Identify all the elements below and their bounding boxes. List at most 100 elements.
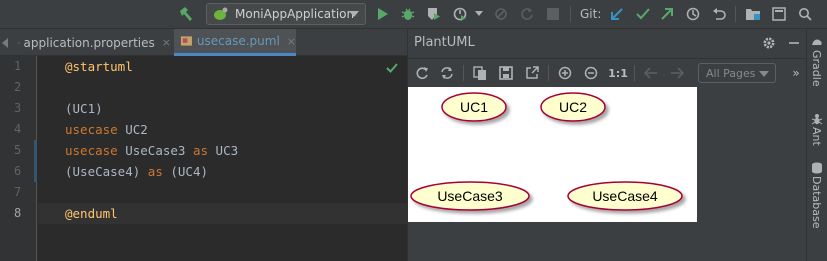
pages-select[interactable]: All Pages	[698, 63, 776, 83]
git-update-icon[interactable]	[608, 4, 626, 24]
tab-label: application.properties	[23, 35, 155, 50]
hammer-build-icon[interactable]	[176, 4, 196, 24]
search-everywhere-icon[interactable]	[796, 4, 814, 24]
save-icon[interactable]	[497, 64, 515, 82]
code-line-1: @startuml	[38, 56, 407, 77]
puml-file-icon	[180, 36, 192, 46]
git-commit-icon[interactable]	[634, 4, 652, 24]
usecase-label: UC2	[559, 99, 587, 115]
git-history-icon[interactable]	[684, 4, 702, 24]
panel-title: PlantUML	[414, 35, 475, 50]
usecase-label: UseCase3	[437, 188, 503, 204]
code-line-3: (UC1)	[38, 98, 407, 119]
toolbar-separator	[463, 65, 464, 81]
code-token: as	[192, 143, 209, 158]
gear-icon[interactable]	[761, 34, 777, 52]
toolbar-overflow-button[interactable]: »	[790, 64, 802, 82]
zoom-in-icon[interactable]	[556, 64, 574, 82]
tab-scroll-left-icon[interactable]	[0, 33, 10, 53]
profiler-icon[interactable]	[451, 4, 469, 24]
close-icon[interactable]: ×	[287, 35, 296, 48]
code-token: @enduml	[65, 206, 118, 221]
code-token: UC2	[117, 122, 148, 137]
previous-page-icon[interactable]	[642, 64, 660, 82]
open-external-icon[interactable]	[523, 64, 541, 82]
plantuml-tool-window: PlantUML 1:1 All Pages » UC1 UC2 UseCase…	[407, 29, 807, 261]
code-line-5: usecase UseCase3 as UC3	[38, 140, 407, 161]
code-token: UseCase3	[117, 143, 193, 158]
next-page-icon[interactable]	[668, 64, 686, 82]
coverage-icon[interactable]	[425, 4, 443, 24]
usecase-uc3[interactable]: UseCase3	[410, 181, 530, 211]
code-token: as	[147, 164, 163, 179]
pages-select-value: All Pages	[706, 66, 756, 80]
toolbar-separator	[634, 65, 635, 81]
usecase-label: UseCase4	[592, 188, 658, 204]
run-configuration-select[interactable]: MoniAppApplication	[206, 3, 366, 25]
close-icon[interactable]: ×	[162, 36, 171, 49]
code-line-4: usecase UC2	[38, 119, 407, 140]
code-token: (UC1)	[65, 101, 103, 116]
run-options-chevron-icon[interactable]	[474, 4, 484, 24]
usecase-uc2[interactable]: UC2	[540, 92, 606, 122]
line-number: 7	[14, 185, 22, 199]
git-label: Git:	[580, 7, 602, 21]
code-token: (UC4)	[162, 164, 209, 179]
actual-size-button[interactable]: 1:1	[607, 64, 629, 82]
project-structure-icon[interactable]	[744, 4, 762, 24]
usecase-uc4[interactable]: UseCase4	[567, 181, 683, 211]
usecase-uc1[interactable]: UC1	[441, 92, 507, 122]
spring-properties-icon	[18, 41, 20, 44]
debug-icon[interactable]	[399, 4, 417, 24]
code-line-6: (UseCase4) as (UC4)	[38, 161, 407, 182]
tab-usecase-puml[interactable]: usecase.puml ×	[174, 29, 296, 56]
chevron-down-icon	[349, 11, 359, 17]
code-token: (UseCase4)	[65, 164, 148, 179]
inspection-ok-icon[interactable]	[386, 62, 398, 77]
right-tool-window-bar: Gradle Ant Database	[806, 29, 827, 261]
chevron-down-icon	[759, 71, 769, 77]
code-token: usecase	[65, 143, 118, 158]
editor-tabs: application.properties × usecase.puml ×	[0, 29, 407, 56]
git-rollback-icon[interactable]	[710, 4, 728, 24]
ant-tool-label: Ant	[810, 127, 823, 146]
tab-label: usecase.puml	[196, 34, 280, 48]
line-number: 1	[14, 59, 22, 73]
code-token: @startuml	[65, 59, 133, 74]
minimize-icon[interactable]	[786, 34, 802, 52]
terminal-icon[interactable]	[770, 4, 788, 24]
code-token: usecase	[65, 122, 118, 137]
run-icon[interactable]	[374, 4, 392, 24]
toolbar-separator	[548, 65, 549, 81]
code-line-8: @enduml	[38, 203, 407, 224]
line-number: 2	[14, 80, 22, 94]
code-editor[interactable]: @startuml (UC1) usecase UC2 usecase UseC…	[38, 56, 407, 261]
line-number: 5	[14, 143, 22, 157]
line-number: 6	[14, 164, 22, 178]
ant-icon	[811, 113, 823, 125]
copy-icon[interactable]	[471, 64, 489, 82]
run-configuration-label: MoniAppApplication	[235, 7, 355, 21]
spring-boot-icon	[214, 7, 228, 20]
regenerate-icon[interactable]	[438, 64, 456, 82]
line-number: 3	[14, 101, 22, 115]
zoom-out-icon[interactable]	[582, 64, 600, 82]
attach-debugger-icon[interactable]	[492, 4, 510, 24]
line-number: 8	[14, 206, 22, 220]
line-number-gutter: 1 2 3 4 5 6 7 8	[0, 56, 37, 261]
toolbar-separator	[735, 6, 736, 22]
stop-icon[interactable]	[544, 4, 562, 24]
git-push-icon[interactable]	[658, 4, 676, 24]
gradle-tool-label: Gradle	[810, 50, 823, 87]
database-icon	[811, 162, 823, 174]
line-number: 4	[14, 122, 22, 136]
code-token: UC3	[208, 143, 239, 158]
main-toolbar: MoniAppApplication Git:	[0, 0, 827, 29]
tab-application-properties[interactable]: application.properties ×	[16, 29, 171, 56]
gradle-icon	[811, 36, 823, 48]
rerun-icon[interactable]	[518, 4, 536, 24]
refresh-icon[interactable]	[413, 64, 431, 82]
toolbar-separator	[570, 6, 571, 22]
diagram-canvas: UC1 UC2 UseCase3 UseCase4	[408, 87, 697, 222]
plantuml-toolbar: 1:1 All Pages »	[408, 58, 807, 86]
